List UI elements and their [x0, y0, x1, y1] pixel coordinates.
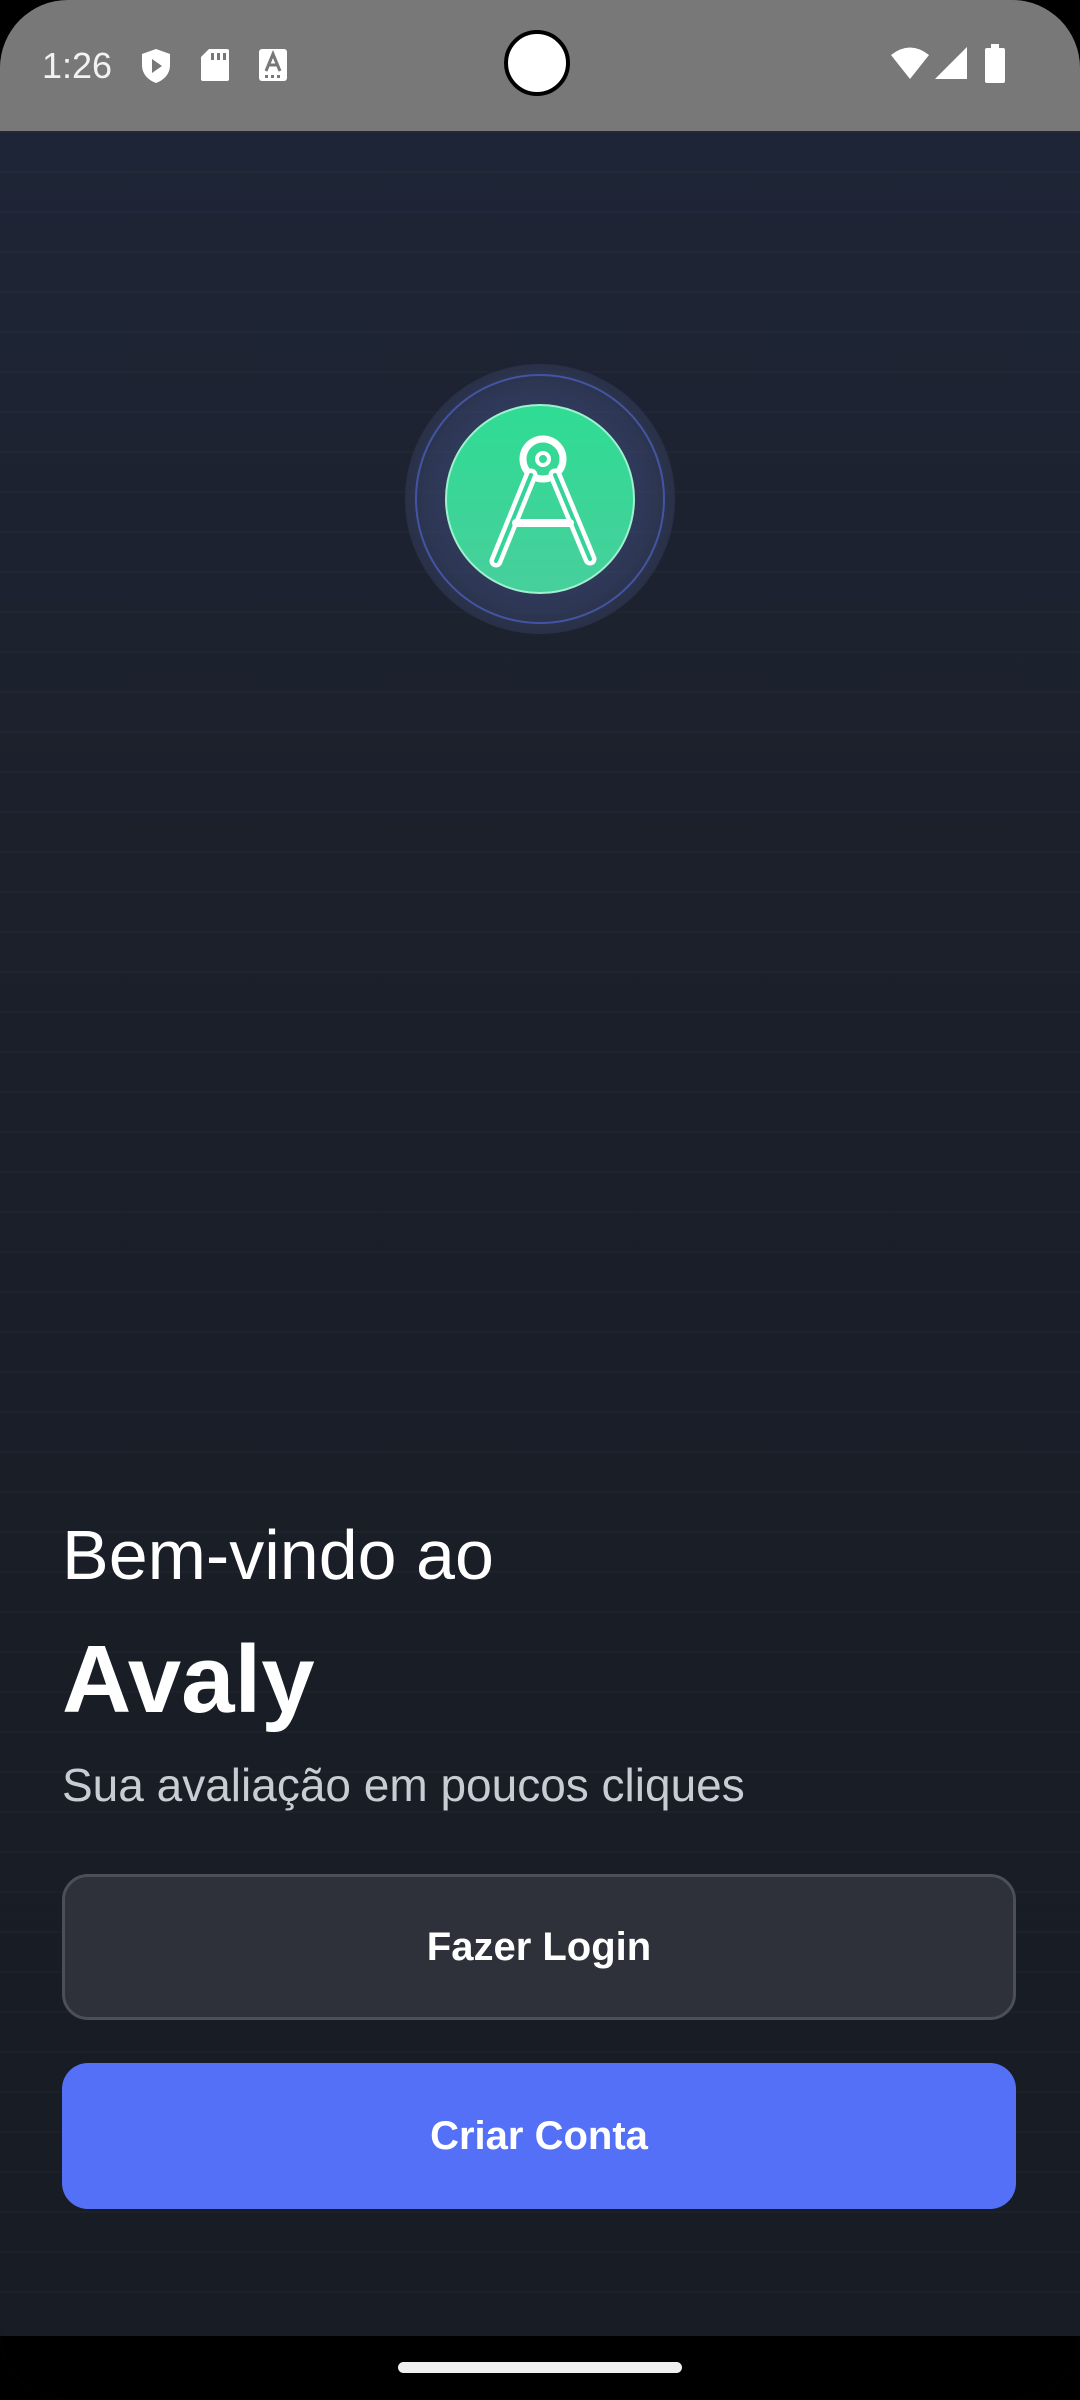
wifi-icon [890, 46, 930, 82]
battery-icon [984, 44, 1006, 83]
signal-icon [934, 46, 968, 82]
login-button-label: Fazer Login [426, 1924, 652, 1969]
status-bar: 1:26 [0, 0, 1080, 131]
welcome-heading: Bem-vindo ao [62, 1516, 494, 1594]
sd-card-icon [200, 48, 230, 84]
font-a-icon [258, 48, 288, 84]
shield-play-icon [140, 48, 172, 84]
app-logo [404, 363, 676, 635]
login-button[interactable]: Fazer Login [62, 1874, 1016, 2020]
status-time: 1:26 [42, 45, 113, 86]
home-indicator[interactable] [398, 2362, 682, 2373]
app-screen: 1:26 Bem-vindo ao Avaly Sua avaliação em… [0, 0, 1080, 2400]
camera-cutout [504, 30, 570, 96]
app-name-title: Avaly [62, 1626, 315, 1733]
create-account-button[interactable]: Criar Conta [62, 2063, 1016, 2209]
tagline: Sua avaliação em poucos cliques [62, 1759, 745, 1811]
create-account-button-label: Criar Conta [430, 2113, 648, 2158]
